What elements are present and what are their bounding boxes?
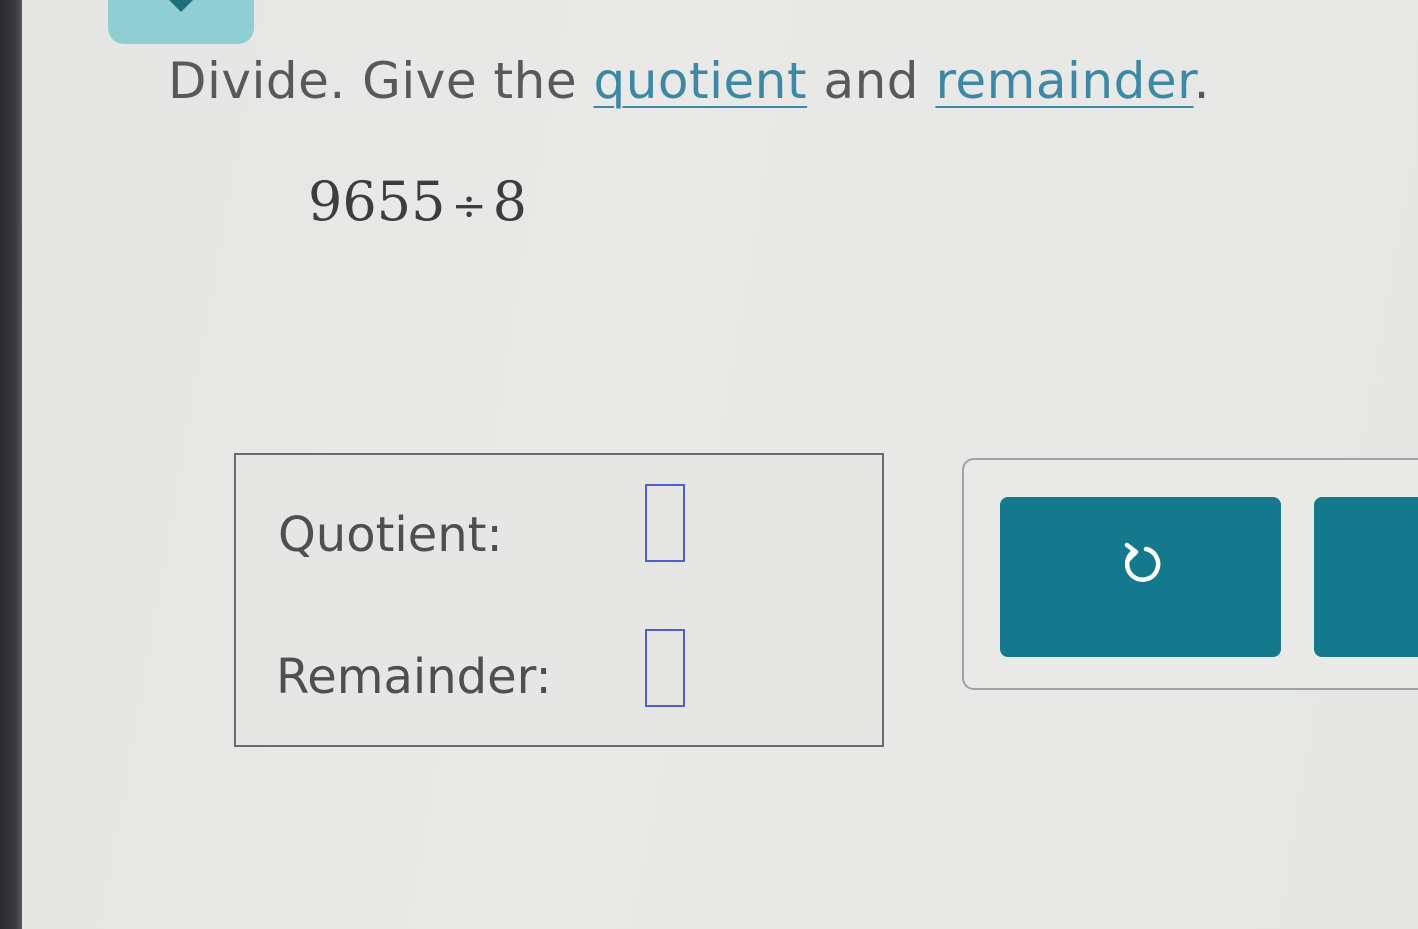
remainder-input[interactable] — [645, 629, 685, 707]
undo-icon — [1124, 542, 1161, 582]
instructions-middle: and — [807, 52, 936, 110]
instructions: Divide. Give the quotient and remainder. — [168, 52, 1210, 110]
quotient-link[interactable]: quotient — [594, 52, 808, 110]
division-problem: 9655 ÷ 8 — [308, 170, 527, 233]
instructions-suffix: . — [1193, 52, 1210, 110]
divide-symbol: ÷ — [451, 181, 487, 230]
divisor: 8 — [492, 170, 527, 233]
instructions-prefix: Divide. Give the — [168, 52, 594, 110]
device-bezel — [0, 0, 22, 929]
action-panel — [962, 458, 1418, 690]
remainder-link[interactable]: remainder — [935, 52, 1193, 110]
next-button[interactable] — [1314, 497, 1418, 657]
remainder-label: Remainder: — [276, 649, 552, 705]
dividend: 9655 — [308, 170, 446, 233]
quotient-input[interactable] — [645, 484, 685, 562]
chevron-down-icon — [165, 0, 197, 12]
quotient-label: Quotient: — [278, 507, 503, 563]
collapse-tab[interactable] — [108, 0, 254, 44]
undo-button[interactable] — [1000, 497, 1281, 657]
answer-panel: Quotient: Remainder: — [234, 453, 884, 747]
